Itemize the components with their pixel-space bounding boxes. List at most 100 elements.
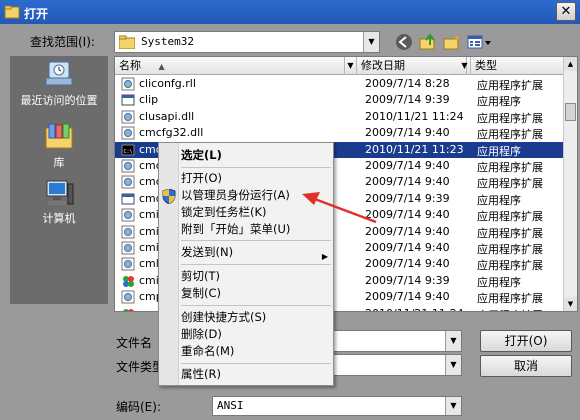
menu-separator bbox=[181, 240, 331, 241]
column-header-name[interactable]: 名称 ▲ bbox=[115, 57, 345, 75]
window-title: 打开 bbox=[24, 7, 49, 21]
look-in-combo[interactable]: System32 ▼ bbox=[114, 31, 380, 53]
file-type: 应用程序扩展 bbox=[477, 307, 543, 311]
chevron-down-icon[interactable]: ▼ bbox=[445, 397, 461, 415]
file-date: 2010/11/21 11:24 bbox=[365, 109, 464, 123]
back-icon[interactable] bbox=[394, 33, 414, 51]
menu-item-create-shortcut[interactable]: 创建快捷方式(S) bbox=[180, 309, 332, 326]
exe-icon bbox=[121, 193, 135, 205]
dll-icon bbox=[121, 110, 135, 124]
file-type: 应用程序扩展 bbox=[477, 111, 543, 125]
file-type: 应用程序扩展 bbox=[477, 210, 543, 224]
file-name: clip bbox=[139, 93, 159, 107]
menu-separator bbox=[181, 305, 331, 306]
dll-icon bbox=[121, 159, 135, 173]
menu-item-pin-start[interactable]: 附到「开始」菜单(U) bbox=[180, 221, 332, 238]
dll-icon bbox=[121, 77, 135, 91]
exe-icon bbox=[121, 94, 135, 106]
file-type: 应用程序扩展 bbox=[477, 128, 543, 142]
file-type: 应用程序扩展 bbox=[477, 243, 543, 256]
table-row[interactable]: cliconfg.rll 2009/7/14 8:28 应用程序扩展 bbox=[115, 76, 565, 92]
menu-item-pin-taskbar[interactable]: 锁定到任务栏(K) bbox=[180, 204, 332, 221]
title-bar: 打开 ✕ bbox=[0, 0, 580, 24]
encoding-combo[interactable]: ANSI ▼ bbox=[212, 396, 462, 416]
context-menu: 选定(L) 打开(O) 以管理员身份运行(A) 锁定到任务栏(K) 附到「开始」… bbox=[158, 142, 334, 386]
scroll-up-icon[interactable]: ▲ bbox=[564, 57, 577, 71]
column-header-date[interactable]: 修改日期 bbox=[357, 57, 467, 75]
column-header-name-label: 名称 bbox=[119, 59, 141, 72]
file-name: cmcfg32.dll bbox=[139, 126, 204, 140]
file-date: 2009/7/14 9:40 bbox=[365, 175, 450, 189]
place-libraries[interactable]: 库 bbox=[10, 122, 108, 170]
encoding-value: ANSI bbox=[217, 399, 244, 412]
vertical-scrollbar[interactable]: ▲ ▼ bbox=[563, 57, 577, 311]
file-name: cmi bbox=[139, 241, 159, 254]
place-label: 最近访问的位置 bbox=[20, 94, 98, 107]
file-date: 2009/7/14 9:40 bbox=[365, 290, 450, 304]
table-row[interactable]: clip 2009/7/14 9:39 应用程序 bbox=[115, 92, 565, 108]
dll-icon bbox=[121, 241, 135, 255]
menu-separator bbox=[181, 363, 331, 364]
scroll-down-icon[interactable]: ▼ bbox=[564, 297, 577, 311]
menu-separator bbox=[181, 264, 331, 265]
menu-item-properties[interactable]: 属性(R) bbox=[180, 366, 332, 383]
file-name: cliconfg.rll bbox=[139, 77, 196, 90]
column-header-type[interactable]: 类型 bbox=[471, 57, 565, 75]
column-header-date-label: 修改日期 bbox=[361, 59, 405, 72]
file-date: 2009/7/14 9:39 bbox=[365, 191, 450, 205]
file-name: cmi bbox=[139, 224, 159, 238]
folder-icon bbox=[119, 35, 135, 49]
file-name: cml bbox=[139, 257, 159, 271]
menu-item-select[interactable]: 选定(L) bbox=[180, 147, 332, 164]
open-button[interactable]: 打开(O) bbox=[480, 330, 572, 352]
file-date: 2009/7/14 8:28 bbox=[365, 77, 450, 90]
file-name: cmi bbox=[139, 273, 159, 287]
cancel-button[interactable]: 取消 bbox=[480, 355, 572, 377]
file-date: 2009/7/14 9:40 bbox=[365, 241, 450, 254]
menu-item-send-to[interactable]: 发送到(N) ▶ bbox=[180, 244, 332, 261]
uac-shield-icon bbox=[162, 189, 176, 204]
menu-item-delete[interactable]: 删除(D) bbox=[180, 326, 332, 343]
file-type: 应用程序扩展 bbox=[477, 79, 543, 92]
file-type: 应用程序 bbox=[477, 275, 521, 289]
menu-separator bbox=[181, 167, 331, 168]
chevron-down-icon[interactable]: ▼ bbox=[363, 32, 379, 52]
menu-item-rename[interactable]: 重命名(M) bbox=[180, 343, 332, 360]
place-label: 库 bbox=[53, 156, 65, 169]
menu-item-open[interactable]: 打开(O) bbox=[180, 170, 332, 187]
dll-icon bbox=[121, 257, 135, 271]
file-date: 2009/7/14 9:40 bbox=[365, 126, 450, 140]
close-button[interactable]: ✕ bbox=[556, 2, 576, 21]
menu-item-cut[interactable]: 剪切(T) bbox=[180, 268, 332, 285]
file-name: cmi bbox=[139, 208, 159, 222]
menu-item-run-as-admin[interactable]: 以管理员身份运行(A) bbox=[180, 187, 332, 204]
filetype-combo[interactable]: ▼ bbox=[330, 354, 462, 376]
table-row[interactable]: clusapi.dll 2010/11/21 11:24 应用程序扩展 bbox=[115, 109, 565, 125]
file-type: 应用程序 bbox=[477, 95, 521, 109]
chevron-down-icon[interactable]: ▼ bbox=[445, 355, 461, 375]
menu-item-copy[interactable]: 复制(C) bbox=[180, 285, 332, 302]
look-in-value: System32 bbox=[141, 35, 194, 48]
filetype-label: 文件类型 bbox=[116, 360, 165, 374]
column-dropdown-icon[interactable]: ▼ bbox=[459, 57, 471, 75]
view-menu-icon[interactable] bbox=[466, 33, 492, 51]
chevron-down-icon[interactable]: ▼ bbox=[445, 331, 461, 351]
filename-combo[interactable]: ▼ bbox=[330, 330, 462, 352]
column-dropdown-icon[interactable]: ▼ bbox=[345, 57, 357, 75]
dll-icon bbox=[121, 208, 135, 222]
file-type: 应用程序 bbox=[477, 193, 521, 207]
file-date: 2009/7/14 9:40 bbox=[365, 159, 450, 172]
place-computer[interactable]: 计算机 bbox=[10, 178, 108, 226]
new-folder-icon[interactable] bbox=[442, 33, 462, 51]
up-folder-icon[interactable] bbox=[418, 33, 438, 51]
file-name: clusapi.dll bbox=[139, 109, 195, 123]
file-type: 应用程序 bbox=[477, 144, 521, 158]
place-label: 计算机 bbox=[42, 212, 76, 225]
place-recent[interactable]: 最近访问的位置 bbox=[10, 60, 108, 108]
table-row[interactable]: cmcfg32.dll 2009/7/14 9:40 应用程序扩展 bbox=[115, 125, 565, 141]
green-app-icon bbox=[123, 275, 134, 287]
menu-gutter bbox=[159, 143, 179, 385]
look-in-label: 查找范围(I): bbox=[30, 35, 95, 49]
scroll-thumb[interactable] bbox=[565, 103, 576, 121]
submenu-arrow-icon: ▶ bbox=[321, 252, 328, 261]
